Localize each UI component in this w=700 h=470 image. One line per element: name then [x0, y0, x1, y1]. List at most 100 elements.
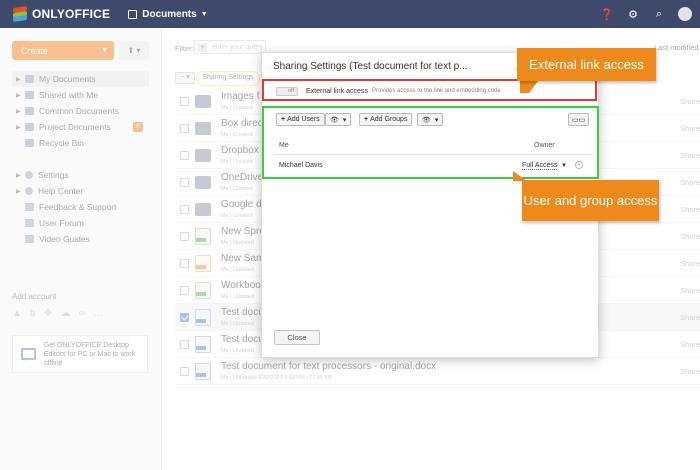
expand-arrow-icon: ▶ — [16, 108, 21, 115]
file-name[interactable]: Test docu — [221, 334, 264, 345]
sidebar-item-user-forum[interactable]: User Forum — [12, 215, 149, 231]
share-link[interactable]: Share — [680, 151, 700, 160]
upload-icon: ⬆ ▾ — [127, 46, 141, 55]
file-name[interactable]: OneDrive — [221, 172, 263, 183]
video-icon — [25, 235, 34, 243]
share-link[interactable]: Share — [680, 367, 700, 376]
chevron-down-icon: ▾ — [434, 116, 439, 124]
file-meta: Me | Created — [221, 105, 253, 111]
create-label: Create — [21, 45, 49, 56]
access-rights-select[interactable]: Full Access — [522, 162, 558, 170]
chevron-down-icon: ▼ — [200, 10, 208, 18]
add-filter-icon[interactable]: + — [198, 42, 207, 52]
doc-file-icon — [195, 336, 211, 353]
folder-icon — [195, 176, 211, 189]
help-icon[interactable]: ❓ — [600, 8, 614, 21]
chevron-down-icon[interactable]: ▼ — [561, 163, 567, 169]
file-name[interactable]: Box direc — [221, 118, 263, 129]
more-icon[interactable]: … — [94, 308, 104, 319]
row-checkbox[interactable] — [180, 178, 189, 187]
settings-icon[interactable]: ⚙ — [626, 8, 640, 21]
row-checkbox[interactable] — [180, 97, 189, 106]
file-name[interactable]: Test document for text processors - orig… — [221, 361, 436, 372]
sidebar-item-video-guides[interactable]: Video Guides — [12, 231, 149, 247]
close-button[interactable]: Close — [274, 330, 320, 345]
nextcloud-icon[interactable]: ∞ — [78, 308, 85, 319]
sidebar-item-recycle-bin[interactable]: Recycle Bin — [12, 135, 149, 151]
file-name[interactable]: Google d — [221, 199, 262, 210]
sidebar-item-label: Common Documents — [39, 106, 119, 116]
file-name[interactable]: New Spre — [221, 226, 265, 237]
file-meta: Me | Updated — [221, 294, 254, 300]
user-avatar[interactable] — [678, 7, 692, 21]
external-link-callout: External link access — [517, 48, 656, 81]
share-link[interactable]: Share — [680, 259, 700, 268]
folder-tree: ▶ My Documents ▶ Shared with Me ▶ Common… — [12, 71, 149, 151]
share-link[interactable]: Share — [680, 124, 700, 133]
file-meta: Me | Updated — [221, 267, 254, 273]
share-link[interactable]: Share — [680, 205, 700, 214]
dropbox-icon[interactable]: ❖ — [43, 308, 52, 319]
share-link[interactable]: Share — [680, 286, 700, 295]
row-checkbox[interactable] — [180, 124, 189, 133]
sidebar-item-project-documents[interactable]: ▶ Project Documents 6 — [12, 119, 149, 135]
file-name[interactable]: Images f — [221, 91, 259, 102]
share-link[interactable]: Share — [680, 97, 700, 106]
sidebar-item-feedback[interactable]: Feedback & Support — [12, 199, 149, 215]
module-switcher[interactable]: Documents ▼ — [128, 9, 208, 20]
logo[interactable]: ONLYOFFICE — [13, 6, 110, 22]
embed-code-button[interactable]: ▭▭ — [568, 113, 590, 126]
upload-button[interactable]: ⬆ ▾ — [119, 41, 149, 60]
users-rights-dropdown[interactable]: 👁 ▾ — [325, 113, 352, 126]
plus-icon: + — [281, 116, 286, 123]
doc-file-icon — [195, 309, 211, 326]
expand-arrow-icon: ▶ — [16, 172, 21, 179]
file-name[interactable]: Dropbox — [221, 145, 259, 156]
box-icon[interactable]: b — [30, 308, 36, 319]
create-button[interactable]: Create ▼ — [12, 41, 114, 60]
external-link-label: External link access — [306, 88, 368, 95]
file-name[interactable]: Workboo — [221, 280, 261, 291]
desktop-editors-promo[interactable]: Get ONLYOFFICE Desktop Editors for PC or… — [12, 335, 148, 373]
sidebar-item-common-documents[interactable]: ▶ Common Documents — [12, 103, 149, 119]
row-checkbox[interactable] — [180, 286, 189, 295]
row-checkbox[interactable] — [180, 340, 189, 349]
filter-input[interactable]: + enter your query — [194, 40, 266, 54]
row-checkbox[interactable] — [180, 232, 189, 241]
add-groups-button[interactable]: + Add Groups — [359, 113, 413, 126]
file-row[interactable]: Test document for text processors - orig… — [175, 358, 700, 385]
file-name[interactable]: New Sam — [221, 253, 264, 264]
folder-icon — [195, 122, 211, 135]
row-checkbox[interactable] — [180, 151, 189, 160]
row-checkbox[interactable] — [180, 313, 189, 322]
group-select-checkbox[interactable]: − ▾ — [175, 72, 195, 84]
search-icon[interactable]: ⌕ — [652, 8, 666, 21]
row-checkbox[interactable] — [180, 205, 189, 214]
file-meta: Me | Updated — [221, 240, 254, 246]
share-link[interactable]: Share — [680, 313, 700, 322]
file-name[interactable]: Test docu — [221, 307, 264, 318]
share-link[interactable]: Share — [680, 178, 700, 187]
groups-rights-dropdown[interactable]: 👁 ▾ — [417, 113, 444, 126]
sidebar-item-settings[interactable]: ▶ Settings — [12, 167, 149, 183]
google-drive-icon[interactable]: ▲ — [12, 308, 22, 319]
user-group-callout: User and group access — [522, 180, 659, 221]
row-checkbox[interactable] — [180, 367, 189, 376]
sort-selector[interactable]: Last modified — [654, 43, 699, 52]
file-meta: Me | Created — [221, 132, 253, 138]
onedrive-icon[interactable]: ☁ — [60, 308, 70, 319]
external-link-toggle[interactable]: off — [276, 87, 298, 96]
sidebar-item-my-documents[interactable]: ▶ My Documents — [12, 71, 149, 87]
top-bar: ONLYOFFICE Documents ▼ ❓ ⚙ ⌕ — [0, 0, 700, 28]
row-checkbox[interactable] — [180, 259, 189, 268]
share-link[interactable]: Share — [680, 232, 700, 241]
dialog-title: Sharing Settings (Test document for text… — [273, 61, 468, 72]
sharing-settings-action[interactable]: Sharing Settings — [196, 71, 260, 86]
sidebar-item-shared-with-me[interactable]: ▶ Shared with Me — [12, 87, 149, 103]
remove-user-icon[interactable]: ✕ — [575, 161, 583, 169]
sheet-file-icon — [195, 228, 211, 245]
sidebar-item-help-center[interactable]: ▶ Help Center — [12, 183, 149, 199]
share-link[interactable]: Share — [680, 340, 700, 349]
add-users-button[interactable]: + Add Users — [276, 113, 325, 126]
trash-icon — [25, 139, 34, 147]
